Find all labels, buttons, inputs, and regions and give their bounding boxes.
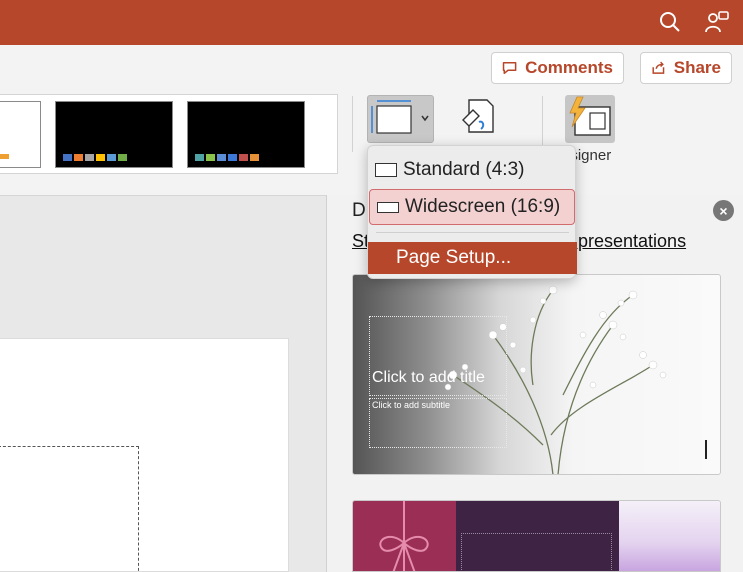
- standard-ratio-icon: [375, 163, 397, 177]
- menu-separator: [376, 232, 569, 233]
- lightbulb-person-icon[interactable]: [703, 8, 731, 36]
- menu-item-label: Standard (4:3): [403, 159, 525, 180]
- pane-link[interactable]: w presentations: [560, 231, 686, 252]
- card-placeholder: [461, 533, 612, 571]
- designer-icon: [569, 96, 611, 136]
- slide-size-button[interactable]: [367, 95, 434, 143]
- comments-label: Comments: [525, 58, 613, 77]
- menu-item-label: Page Setup...: [396, 247, 512, 268]
- theme-thumbnail[interactable]: [187, 101, 305, 168]
- menu-item-widescreen[interactable]: Widescreen (16:9): [369, 189, 575, 225]
- share-label: Share: [673, 58, 721, 77]
- theme-thumbnail[interactable]: [55, 101, 173, 168]
- ribbon-separator: [352, 96, 353, 152]
- pane-title: D: [352, 200, 366, 221]
- share-icon: [652, 61, 665, 74]
- format-background-icon: [462, 99, 494, 133]
- slide-placeholder[interactable]: [0, 446, 139, 572]
- card-subtitle-text: Click to add subtitle: [372, 400, 451, 410]
- menu-item-label: Widescreen (16:9): [405, 196, 561, 217]
- designer-button[interactable]: [565, 95, 615, 143]
- theme-thumbnail[interactable]: [0, 101, 41, 168]
- card-title-text: Click to add title: [372, 369, 485, 386]
- text-cursor: [705, 440, 707, 459]
- comments-button[interactable]: Comments: [491, 52, 624, 84]
- search-icon[interactable]: [656, 8, 684, 36]
- ribbon-bow-icon: [379, 501, 429, 571]
- widescreen-ratio-icon: [377, 201, 399, 213]
- menu-item-page-setup[interactable]: Page Setup...: [368, 242, 577, 274]
- title-bar: [0, 0, 743, 45]
- menu-item-standard[interactable]: Standard (4:3): [368, 152, 577, 188]
- slide-size-dropdown: Standard (4:3) Widescreen (16:9) Page Se…: [367, 145, 577, 279]
- ribbon-separator: [542, 96, 543, 152]
- design-idea-card[interactable]: [352, 500, 721, 572]
- slide-size-icon: [371, 100, 429, 134]
- format-background-button[interactable]: [455, 96, 505, 142]
- theme-gallery: [0, 94, 338, 174]
- close-icon[interactable]: ×: [713, 200, 734, 221]
- theme-color-swatches: [195, 154, 259, 161]
- theme-color-swatches: [63, 154, 127, 161]
- card-panel: [619, 501, 720, 571]
- card-panel: [353, 501, 456, 571]
- design-idea-card[interactable]: Click to add title Click to add subtitle: [352, 274, 721, 475]
- share-button[interactable]: Share: [640, 52, 732, 84]
- speech-bubble-icon: [502, 61, 517, 75]
